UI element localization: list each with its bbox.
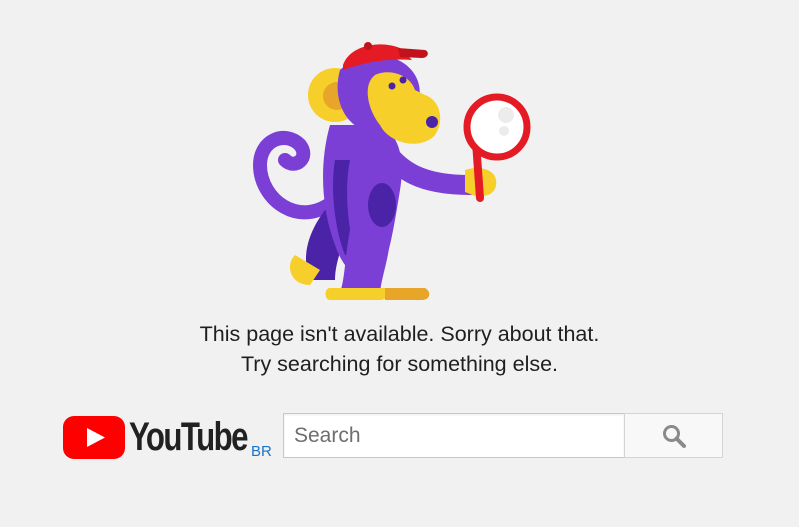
youtube-home-logo[interactable]: YouTube BR: [63, 414, 278, 462]
search-icon: [662, 424, 686, 448]
search-button[interactable]: [624, 413, 723, 458]
monkey-illustration: [252, 42, 531, 300]
youtube-wordmark: YouTube: [129, 415, 248, 459]
error-hint: Try searching for something else.: [240, 352, 559, 376]
search-form: [283, 413, 723, 458]
error-message: This page isn't available. Sorry about t…: [199, 322, 600, 346]
search-input[interactable]: [283, 413, 624, 458]
country-code: BR: [251, 443, 272, 460]
youtube-play-icon: [63, 416, 125, 459]
error-page: This page isn't available. Sorry about t…: [0, 0, 799, 527]
